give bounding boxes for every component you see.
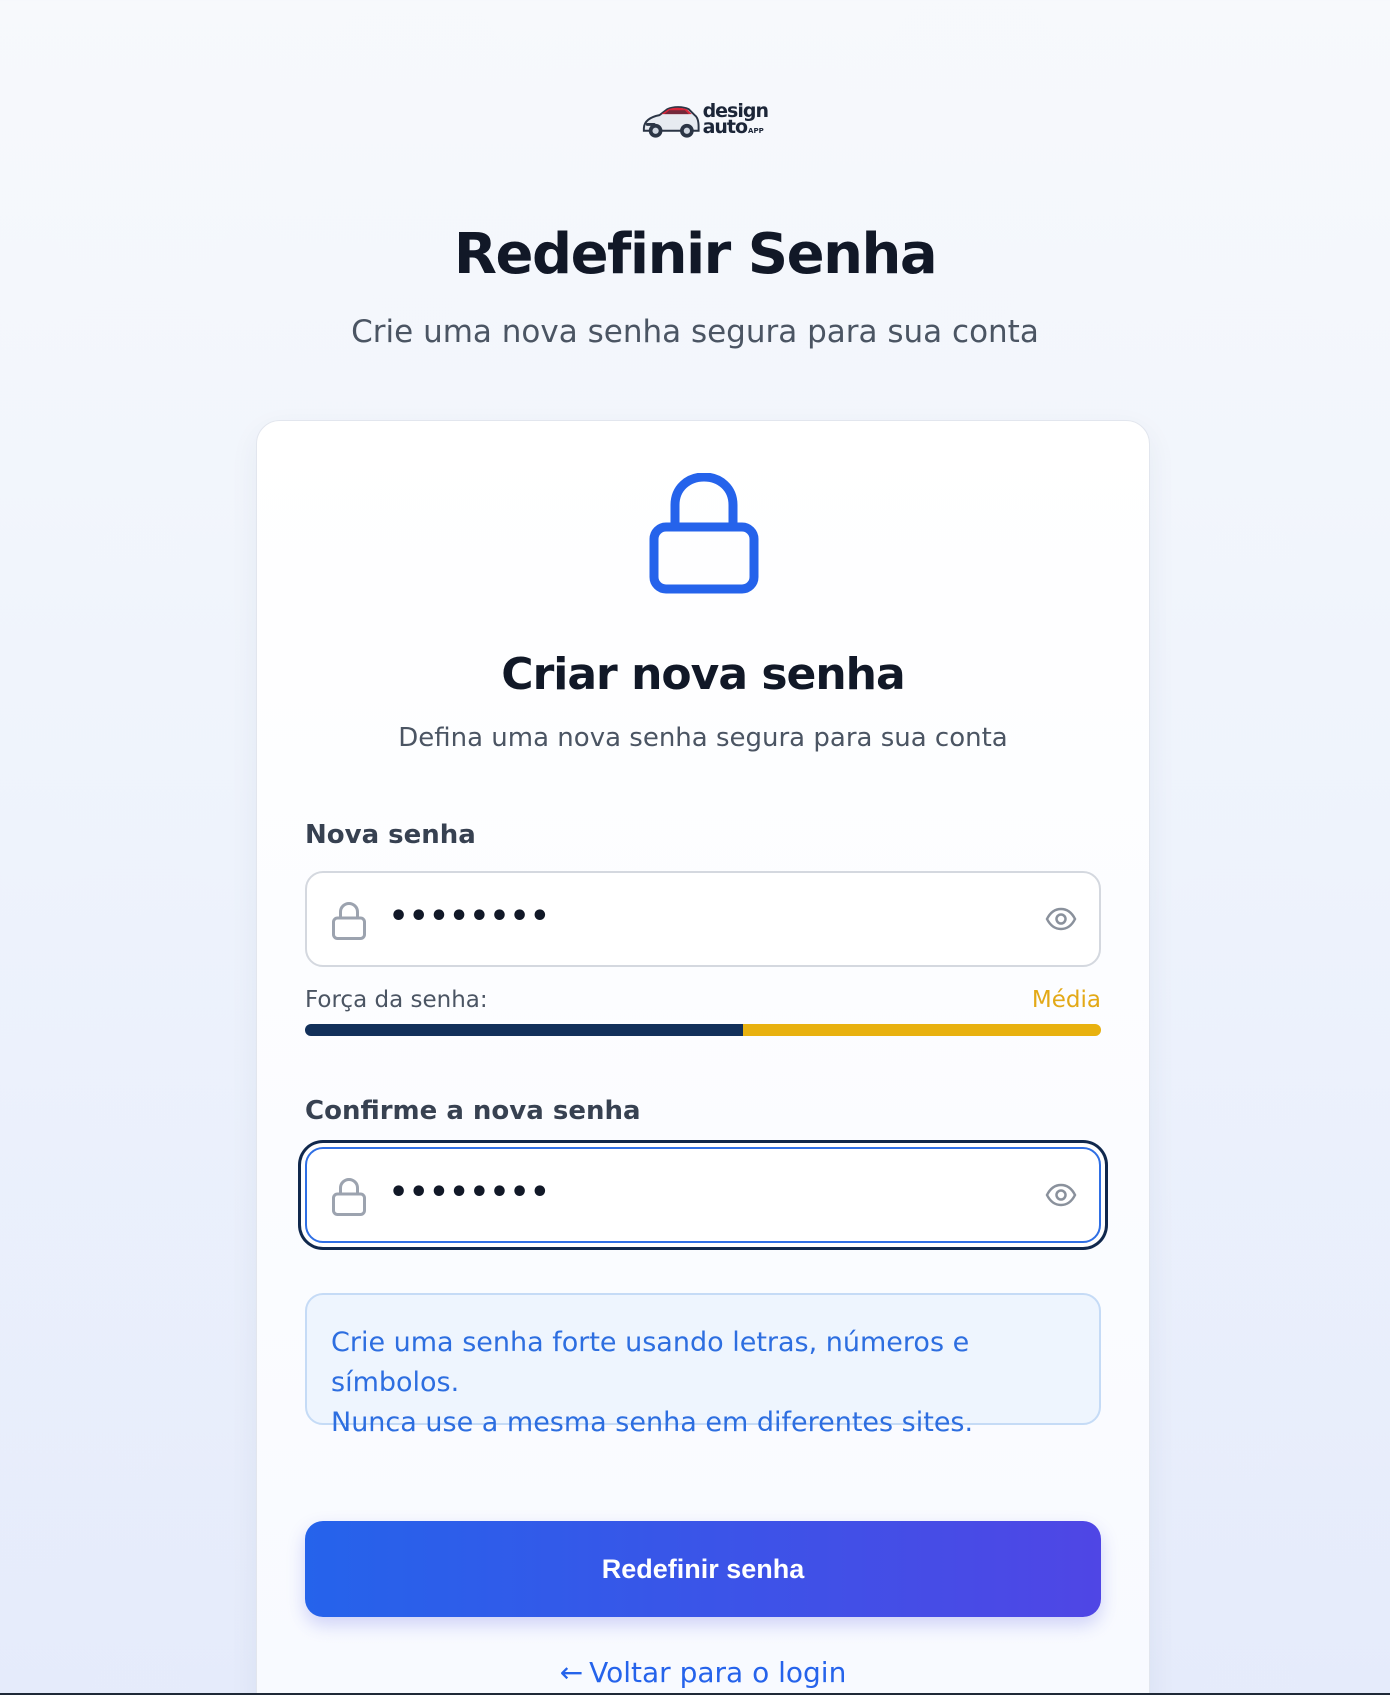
logo-text-app: APP [748, 127, 764, 135]
lock-icon [649, 473, 759, 594]
brand-logo: design autoAPP [638, 98, 769, 144]
eye-icon[interactable] [1045, 907, 1077, 931]
page-subtitle: Crie uma nova senha segura para sua cont… [351, 314, 1039, 350]
lock-icon [332, 901, 366, 940]
card-title: Criar nova senha [501, 649, 905, 700]
reset-password-card: Criar nova senha Defina uma nova senha s… [256, 420, 1150, 1695]
confirm-password-label: Confirme a nova senha [305, 1096, 641, 1126]
password-tip-box: Crie uma senha forte usando letras, núme… [305, 1293, 1101, 1438]
card-subtitle: Defina uma nova senha segura para sua co… [398, 723, 1008, 753]
confirm-password-value: •••••••• [389, 1175, 551, 1210]
password-strength-label: Força da senha: [305, 987, 488, 1013]
eye-icon[interactable] [1045, 1183, 1077, 1207]
back-to-login-label: Voltar para o login [589, 1656, 847, 1689]
new-password-field[interactable]: •••••••• [305, 871, 1101, 967]
password-strength-bar [305, 1024, 1101, 1036]
new-password-value: •••••••• [389, 899, 551, 934]
confirm-password-field[interactable]: •••••••• [305, 1147, 1101, 1243]
lock-icon [332, 1177, 366, 1216]
strength-bar-fill [305, 1024, 743, 1036]
reset-password-button[interactable]: Redefinir senha [305, 1521, 1101, 1617]
new-password-label: Nova senha [305, 820, 476, 850]
back-to-login-link[interactable]: ← Voltar para o login [257, 1656, 1149, 1689]
arrow-left-icon: ← [559, 1656, 584, 1689]
password-strength-value: Média [1031, 987, 1101, 1013]
car-logo-icon [642, 106, 700, 138]
logo-text-auto: auto [702, 116, 748, 138]
tip-line-1: Crie uma senha forte usando letras, núme… [331, 1327, 970, 1398]
page-title: Redefinir Senha [453, 222, 938, 287]
strength-bar-rest [742, 1024, 1101, 1036]
tip-line-2: Nunca use a mesma senha em diferentes si… [331, 1407, 974, 1438]
